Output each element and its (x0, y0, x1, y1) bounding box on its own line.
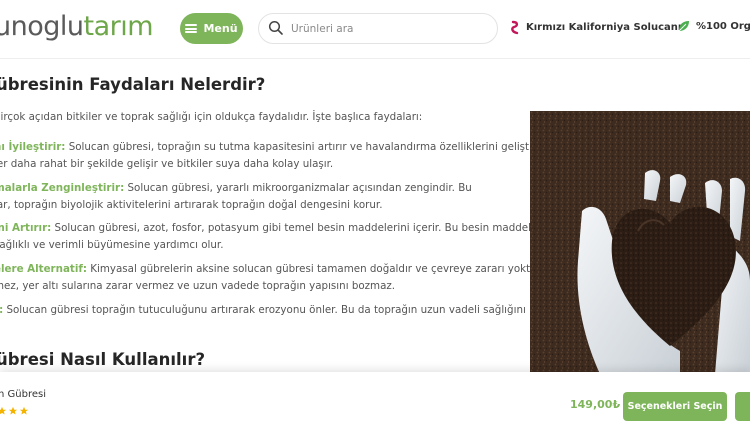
benefit-item: ini Artırır: Solucan gübresi, azot, fosf… (0, 220, 544, 237)
logo-accent-text: tarım (83, 11, 154, 42)
star-icon (0, 406, 7, 415)
benefit-text: Kimyasal gübrelerin aksine solucan gübre… (86, 263, 544, 275)
article-intro: birçok açıdan bitkiler ve toprak sağlığı… (0, 111, 423, 123)
benefit-title: nı İyileştirir: (0, 141, 66, 153)
product-rating (0, 406, 29, 416)
promo-organic[interactable]: %100 Organ (678, 20, 750, 32)
article-image-gloved-hands-soil (530, 111, 750, 374)
promo-organic-label: %100 Organ (696, 20, 750, 32)
promo-worm-label: Kırmızı Kaliforniya Solucanı (526, 22, 682, 33)
menu-button-label: Menü (203, 22, 238, 35)
select-options-button[interactable]: Seçenekleri Seçin (623, 392, 727, 421)
benefit-item: r: Solucan gübresi toprağın tutuculuğunu… (0, 302, 526, 319)
hamburger-icon (185, 24, 198, 33)
search-icon[interactable] (268, 20, 284, 36)
benefit-item: malarla Zenginleştirir: Solucan gübresi,… (0, 180, 472, 197)
benefit-text-cont: mez, yer altı sularına zarar vermez ve u… (0, 280, 396, 292)
product-name: n Gübresi (0, 389, 46, 400)
star-icon (19, 406, 29, 415)
star-icon (8, 406, 18, 415)
benefit-title: ini Artırır: (0, 222, 52, 234)
section-heading-usage: übresi Nasıl Kullanılır? (0, 350, 206, 369)
benefit-text-cont: sağlıklı ve verimli büyümesine yardımcı … (0, 239, 224, 251)
search-input[interactable] (289, 18, 488, 40)
benefit-text: Solucan gübresi, azot, fosfor, potasyum … (51, 222, 545, 234)
logo-text: unoglu (0, 11, 84, 42)
leaf-icon (678, 21, 689, 32)
section-heading-benefits: übresinin Faydaları Nelerdir? (0, 75, 266, 94)
promo-worm[interactable]: Kırmızı Kaliforniya Solucanı (511, 20, 681, 35)
benefit-text-cont: lar, toprağın biyolojik aktivitelerini a… (0, 199, 383, 211)
benefit-text: Solucan gübresi, yararlı mikroorganizmal… (124, 182, 472, 194)
benefit-title: elere Alternatif: (0, 263, 87, 275)
benefit-item: elere Alternatif: Kimyasal gübrelerin ak… (0, 261, 543, 278)
secondary-action-button[interactable] (735, 392, 750, 421)
search-box (258, 13, 498, 44)
benefit-text: Solucan gübresi, toprağın su tutma kapas… (65, 141, 546, 153)
benefit-text: Solucan gübresi toprağın tutuculuğunu ar… (3, 304, 526, 316)
sticky-add-to-cart-bar: n Gübresi 149,00₺ Seçenekleri Seçin (0, 372, 750, 430)
benefit-item: nı İyileştirir: Solucan gübresi, toprağı… (0, 139, 546, 156)
menu-button[interactable]: Menü (180, 13, 243, 44)
soil-hands-illustration (530, 111, 750, 374)
benefit-title: malarla Zenginleştirir: (0, 182, 125, 194)
site-logo[interactable]: unoglutarım (0, 11, 154, 43)
product-price: 149,00₺ (570, 398, 621, 411)
site-header: unoglutarım Menü Kırmızı Kaliforniya Sol… (0, 0, 750, 59)
benefit-text-cont: ler daha rahat bir şekilde gelişir ve bi… (0, 158, 334, 170)
worm-icon (511, 20, 519, 35)
